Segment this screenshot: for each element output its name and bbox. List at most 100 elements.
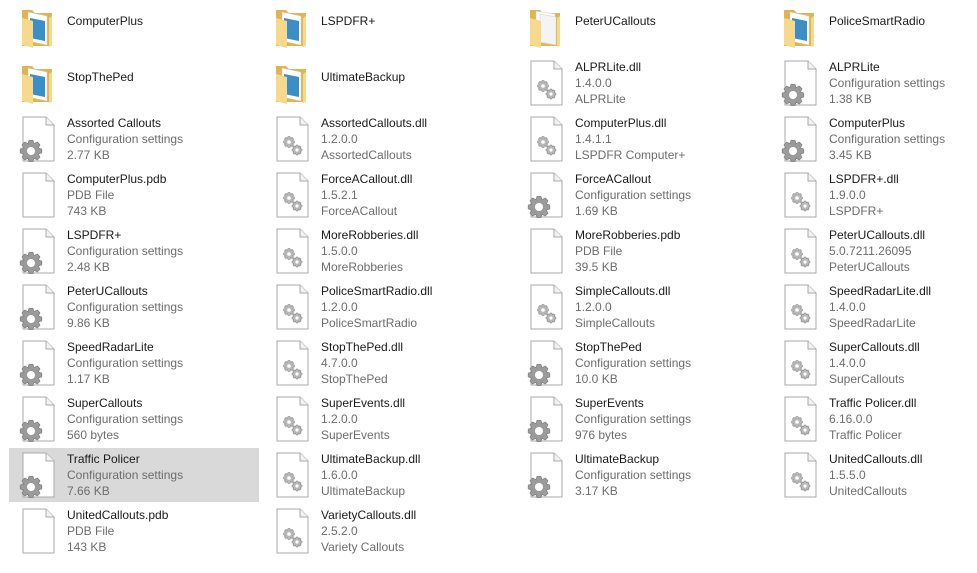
file-item-text: SpeedRadarLite Configuration settings 1.17…	[67, 339, 255, 387]
file-detail: 143 KB	[67, 540, 107, 554]
file-item-superevents-dll-dll[interactable]: SuperEvents.dll 1.2.0.0 SuperEvents	[263, 392, 513, 446]
file-item-unitedcallouts-pdb-pdb[interactable]: UnitedCallouts.pdb PDB File 143 KB	[9, 504, 259, 558]
file-detail: 1.4.1.1	[575, 132, 612, 146]
file-item-text: SuperEvents Configuration settings 976 byt…	[575, 395, 763, 443]
file-item-policesmartradio-dll-dll[interactable]: PoliceSmartRadio.dll 1.2.0.0 PoliceSmartRa…	[263, 280, 513, 334]
dll-file-icon	[527, 284, 565, 330]
dll-file-icon	[273, 396, 311, 442]
file-item-text: LSPDFR+	[321, 13, 509, 29]
file-item-text: MoreRobberies.dll 1.5.0.0 MoreRobberies	[321, 227, 509, 275]
file-name: LSPDFR+	[67, 228, 122, 242]
file-item-forceacallout-dll-dll[interactable]: ForceACallout.dll 1.5.2.1 ForceACallout	[263, 168, 513, 222]
file-detail: SuperEvents	[321, 428, 390, 442]
file-item-lspdfr-dll-dll[interactable]: LSPDFR+.dll 1.9.0.0 LSPDFR+	[771, 168, 977, 222]
config-file-icon	[19, 452, 57, 498]
folder-icon	[19, 60, 57, 106]
file-detail: Configuration settings	[67, 412, 184, 426]
file-item-forceacallout-config[interactable]: ForceACallout Configuration settings 1.69 …	[517, 168, 767, 222]
file-detail: Traffic Policer	[829, 428, 902, 442]
file-name: ComputerPlus	[67, 14, 144, 28]
pdb-file-icon	[19, 508, 57, 554]
file-detail: ALPRLite	[575, 92, 626, 106]
file-detail: PDB File	[67, 188, 115, 202]
file-item-supercallouts-dll-dll[interactable]: SuperCallouts.dll 1.4.0.0 SuperCallouts	[771, 336, 977, 390]
file-detail: Variety Callouts	[321, 540, 405, 554]
file-name: MoreRobberies.dll	[321, 228, 419, 242]
dll-file-icon	[273, 228, 311, 274]
file-item-unitedcallouts-dll-dll[interactable]: UnitedCallouts.dll 1.5.5.0 UnitedCallouts	[771, 448, 977, 502]
file-detail: 9.86 KB	[67, 316, 110, 330]
dll-file-icon	[781, 340, 819, 386]
file-detail: MoreRobberies	[321, 260, 404, 274]
file-item-alprlite-dll-dll[interactable]: ALPRLite.dll 1.4.0.0 ALPRLite	[517, 56, 767, 110]
file-name: LSPDFR+.dll	[829, 172, 899, 186]
file-item-peterucallouts-folder-plain[interactable]: PeterUCallouts	[517, 0, 767, 54]
dll-file-icon	[781, 228, 819, 274]
file-name: PeterUCallouts	[575, 14, 656, 28]
file-item-morerobberies-pdb-pdb[interactable]: MoreRobberies.pdb PDB File 39.5 KB	[517, 224, 767, 278]
file-detail: 1.5.0.0	[321, 244, 358, 258]
file-detail: 1.2.0.0	[321, 300, 358, 314]
file-item-traffic-policer-dll-dll[interactable]: Traffic Policer.dll 6.16.0.0 Traffic Polic…	[771, 392, 977, 446]
file-detail: Configuration settings	[575, 412, 692, 426]
file-item-computerplus-config[interactable]: ComputerPlus Configuration settings 3.45 K…	[771, 112, 977, 166]
file-name: UnitedCallouts.dll	[829, 452, 923, 466]
file-item-stoptheped-folder[interactable]: StopThePed	[9, 56, 259, 110]
file-item-text: SpeedRadarLite.dll 1.4.0.0 SpeedRadarLite	[829, 283, 977, 331]
dll-file-icon	[273, 172, 311, 218]
file-name: ForceACallout.dll	[321, 172, 413, 186]
file-item-ultimatebackup-config[interactable]: UltimateBackup Configuration settings 3.17…	[517, 448, 767, 502]
file-name: SuperEvents	[575, 396, 644, 410]
file-item-computerplus-dll-dll[interactable]: ComputerPlus.dll 1.4.1.1 LSPDFR Computer+	[517, 112, 767, 166]
file-item-stoptheped-dll-dll[interactable]: StopThePed.dll 4.7.0.0 StopThePed	[263, 336, 513, 390]
file-detail: 976 bytes	[575, 428, 628, 442]
config-file-icon	[19, 396, 57, 442]
file-item-simplecallouts-dll-dll[interactable]: SimpleCallouts.dll 1.2.0.0 SimpleCallouts	[517, 280, 767, 334]
file-detail: 1.6.0.0	[321, 468, 358, 482]
file-item-lspdfr-config[interactable]: LSPDFR+ Configuration settings 2.48 KB	[9, 224, 259, 278]
file-item-text: SuperCallouts.dll 1.4.0.0 SuperCallouts	[829, 339, 977, 387]
file-item-stoptheped-config[interactable]: StopThePed Configuration settings 10.0 KB	[517, 336, 767, 390]
file-detail: ForceACallout	[321, 204, 398, 218]
file-item-text: UltimateBackup Configuration settings 3.17…	[575, 451, 763, 499]
file-item-assorted-callouts-config[interactable]: Assorted Callouts Configuration settings 2…	[9, 112, 259, 166]
file-item-assortedcallouts-dll-dll[interactable]: AssortedCallouts.dll 1.2.0.0 AssortedCallo…	[263, 112, 513, 166]
file-detail: 2.48 KB	[67, 260, 110, 274]
file-item-speedradarlite-dll-dll[interactable]: SpeedRadarLite.dll 1.4.0.0 SpeedRadarLite	[771, 280, 977, 334]
file-item-traffic-policer-config[interactable]: Traffic Policer Configuration settings 7.6…	[9, 448, 259, 502]
pdb-file-icon	[19, 172, 57, 218]
file-detail: Configuration settings	[67, 356, 184, 370]
file-item-peterucallouts-config[interactable]: PeterUCallouts Configuration settings 9.86…	[9, 280, 259, 334]
file-item-lspdfr-folder[interactable]: LSPDFR+	[263, 0, 513, 54]
file-item-text: SimpleCallouts.dll 1.2.0.0 SimpleCallouts	[575, 283, 763, 331]
file-item-ultimatebackup-folder[interactable]: UltimateBackup	[263, 56, 513, 110]
file-detail: Configuration settings	[575, 188, 692, 202]
file-detail: 1.4.0.0	[829, 356, 866, 370]
file-item-text: Traffic Policer.dll 6.16.0.0 Traffic Polic…	[829, 395, 977, 443]
file-item-computerplus-pdb-pdb[interactable]: ComputerPlus.pdb PDB File 743 KB	[9, 168, 259, 222]
file-item-supercallouts-config[interactable]: SuperCallouts Configuration settings 560 b…	[9, 392, 259, 446]
file-item-policesmartradio-folder[interactable]: PoliceSmartRadio	[771, 0, 977, 54]
file-detail: Configuration settings	[67, 132, 184, 146]
file-item-morerobberies-dll-dll[interactable]: MoreRobberies.dll 1.5.0.0 MoreRobberies	[263, 224, 513, 278]
file-item-varietycallouts-dll-dll[interactable]: VarietyCallouts.dll 2.5.2.0 Variety Callou…	[263, 504, 513, 558]
file-item-alprlite-config[interactable]: ALPRLite Configuration settings 1.38 KB	[771, 56, 977, 110]
file-item-text: Traffic Policer Configuration settings 7.6…	[67, 451, 255, 499]
file-item-peterucallouts-dll-dll[interactable]: PeterUCallouts.dll 5.0.7211.26095 PeterUCa…	[771, 224, 977, 278]
file-item-computerplus-folder[interactable]: ComputerPlus	[9, 0, 259, 54]
file-item-text: SuperCallouts Configuration settings 560 b…	[67, 395, 255, 443]
file-item-text: LSPDFR+ Configuration settings 2.48 KB	[67, 227, 255, 275]
file-item-ultimatebackup-dll-dll[interactable]: UltimateBackup.dll 1.6.0.0 UltimateBackup	[263, 448, 513, 502]
file-item-superevents-config[interactable]: SuperEvents Configuration settings 976 byt…	[517, 392, 767, 446]
file-detail: 5.0.7211.26095	[829, 244, 912, 258]
file-detail: 1.2.0.0	[321, 132, 358, 146]
file-item-text: Assorted Callouts Configuration settings 2…	[67, 115, 255, 163]
pdb-file-icon	[527, 228, 565, 274]
file-detail: LSPDFR Computer+	[575, 148, 686, 162]
file-item-speedradarlite-config[interactable]: SpeedRadarLite Configuration settings 1.17…	[9, 336, 259, 390]
file-name: SpeedRadarLite	[67, 340, 154, 354]
file-detail: StopThePed	[321, 372, 388, 386]
file-name: ComputerPlus.dll	[575, 116, 667, 130]
file-item-text: ForceACallout Configuration settings 1.69 …	[575, 171, 763, 219]
folder-icon	[19, 4, 57, 50]
